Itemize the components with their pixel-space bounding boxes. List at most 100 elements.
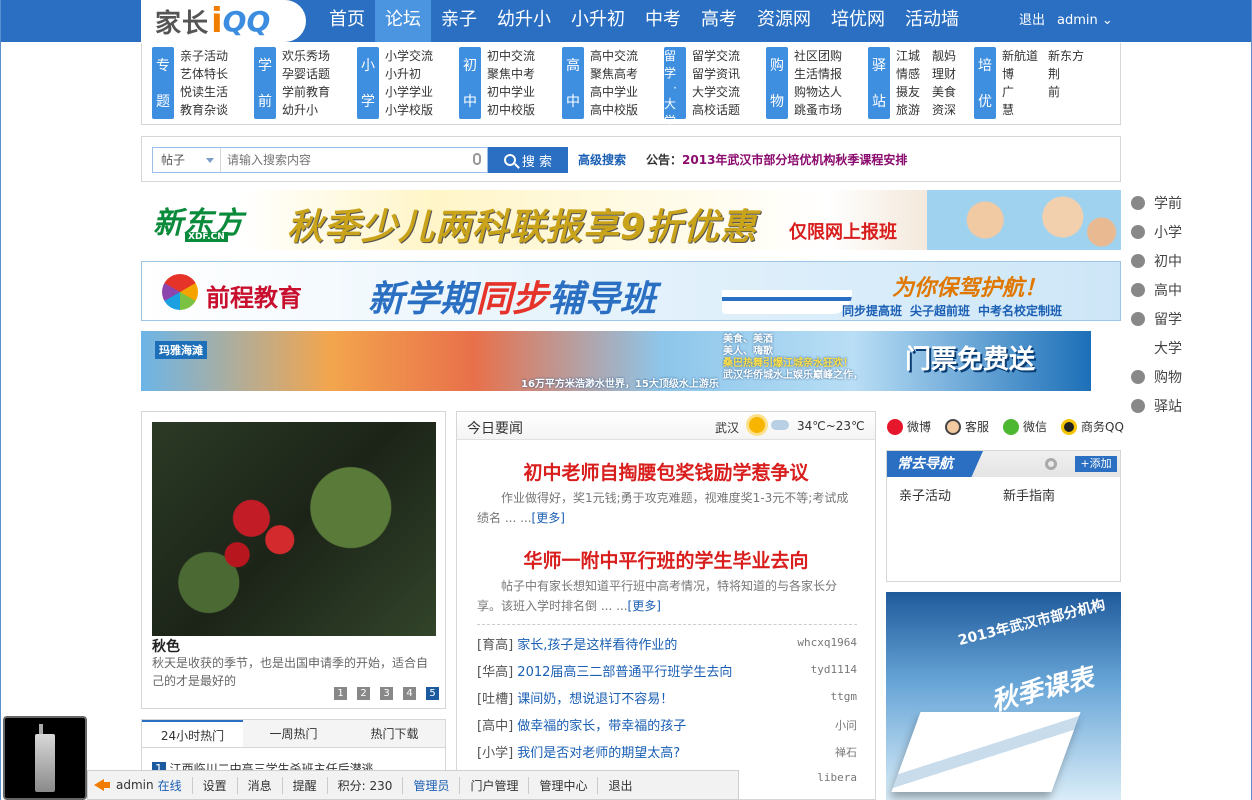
- news-row[interactable]: [育高] 家长,孩子是这样看待作业的 whcxq1964: [477, 634, 857, 654]
- site-logo[interactable]: 家长 i QQ: [141, 0, 306, 42]
- nav-item-parenting[interactable]: 亲子: [431, 0, 487, 42]
- category-link[interactable]: 初中学业: [487, 83, 535, 101]
- category-link[interactable]: 留学资讯: [692, 65, 740, 83]
- category-link[interactable]: 艺体特长: [180, 65, 228, 83]
- nav-item-junior-entry[interactable]: 小升初: [561, 0, 635, 42]
- advanced-search-link[interactable]: 高级搜索: [578, 151, 626, 168]
- category-link[interactable]: 旅游: [896, 101, 920, 119]
- news-row[interactable]: [高中] 做幸福的家长，带幸福的孩子 小问: [477, 715, 857, 735]
- category-link[interactable]: 博: [1002, 65, 1038, 83]
- category-link[interactable]: 聚焦高考: [590, 65, 638, 83]
- banner-maya-beach[interactable]: 玛雅海滩 美食、美酒 美人、嗨歌 桑巴热舞引爆江城亲水狂欢！ 武汉华侨城水上娱乐…: [141, 331, 1091, 391]
- category-link[interactable]: 聚焦中考: [487, 65, 535, 83]
- category-link[interactable]: 高中交流: [590, 47, 638, 65]
- category-link[interactable]: 荆: [1048, 65, 1084, 83]
- rail-item-junior[interactable]: 初中: [1131, 246, 1201, 275]
- toolbar-username[interactable]: admin: [112, 778, 158, 792]
- category-link[interactable]: 小学交流: [385, 47, 433, 65]
- category-link[interactable]: 购物达人: [794, 83, 842, 101]
- business-qq-link[interactable]: 商务QQ: [1061, 418, 1124, 435]
- pager-button[interactable]: 1: [334, 687, 347, 700]
- pager-button[interactable]: 2: [357, 687, 370, 700]
- rail-item-shopping[interactable]: 购物: [1131, 362, 1201, 391]
- category-link[interactable]: 小学学业: [385, 83, 433, 101]
- category-link[interactable]: 生活情报: [794, 65, 842, 83]
- slideshow-image[interactable]: [152, 422, 436, 636]
- category-link[interactable]: 悦读生活: [180, 83, 228, 101]
- toolbar-settings[interactable]: 设置: [191, 776, 237, 794]
- frequent-link[interactable]: 新手指南: [1003, 485, 1055, 504]
- category-link[interactable]: 慧: [1002, 101, 1038, 119]
- news-row[interactable]: [吐槽] 课间奶，想说退订不容易！ ttgm: [477, 688, 857, 708]
- tab-24h-hot[interactable]: 24小时热门: [142, 720, 243, 747]
- search-type-select[interactable]: 帖子: [153, 148, 221, 172]
- category-link[interactable]: 高校话题: [692, 101, 740, 119]
- search-input[interactable]: [227, 148, 467, 172]
- category-link[interactable]: 小学校版: [385, 101, 433, 119]
- service-link[interactable]: 客服: [945, 418, 989, 435]
- gear-icon[interactable]: [1045, 458, 1057, 470]
- wechat-link[interactable]: 微信: [1003, 418, 1047, 435]
- category-link[interactable]: 教育杂谈: [180, 101, 228, 119]
- category-link[interactable]: 大学交流: [692, 83, 740, 101]
- user-menu[interactable]: admin ⌄: [1057, 0, 1113, 42]
- collapse-arrow-icon[interactable]: [92, 775, 112, 795]
- logout-link[interactable]: 退出: [1019, 0, 1045, 42]
- category-link[interactable]: 江城: [896, 47, 920, 65]
- nav-item-home[interactable]: 首页: [319, 0, 375, 42]
- category-link[interactable]: 学前教育: [282, 83, 330, 101]
- category-link[interactable]: 美食: [932, 83, 956, 101]
- frequent-link[interactable]: 亲子活动: [899, 485, 951, 504]
- category-link[interactable]: 资深: [932, 101, 956, 119]
- nav-item-gaokao[interactable]: 高考: [691, 0, 747, 42]
- tab-hot-downloads[interactable]: 热门下载: [344, 720, 445, 747]
- nav-item-tutoring[interactable]: 培优网: [821, 0, 895, 42]
- pager-button[interactable]: 4: [403, 687, 416, 700]
- category-link[interactable]: 摄友: [896, 83, 920, 101]
- category-link[interactable]: 初中校版: [487, 101, 535, 119]
- category-link[interactable]: 情感: [896, 65, 920, 83]
- category-link[interactable]: 理财: [932, 65, 956, 83]
- phone-thumbnail[interactable]: [3, 716, 87, 800]
- category-link[interactable]: 跳蚤市场: [794, 101, 842, 119]
- course-schedule-ad[interactable]: 2013年武汉市部分机构 秋季课表 汇总: [886, 592, 1121, 800]
- category-link[interactable]: 社区团购: [794, 47, 842, 65]
- microphone-icon[interactable]: [473, 153, 481, 165]
- toolbar-reminders[interactable]: 提醒: [281, 776, 327, 794]
- toolbar-points[interactable]: 积分: 230: [326, 776, 403, 794]
- category-link[interactable]: 小升初: [385, 65, 433, 83]
- category-link[interactable]: 新东方: [1048, 47, 1084, 65]
- category-link[interactable]: 广: [1002, 83, 1038, 101]
- online-status[interactable]: 在线: [158, 777, 192, 794]
- announcement-link[interactable]: 2013年武汉市部分培优机构秋季课程安排: [682, 153, 907, 167]
- category-link[interactable]: 留学交流: [692, 47, 740, 65]
- nav-item-activities[interactable]: 活动墙: [895, 0, 969, 42]
- search-button[interactable]: 搜 索: [488, 147, 568, 173]
- add-button[interactable]: +添加: [1075, 456, 1117, 472]
- category-link[interactable]: 亲子活动: [180, 47, 228, 65]
- toolbar-admin-role[interactable]: 管理员: [402, 776, 459, 794]
- category-link[interactable]: 初中交流: [487, 47, 535, 65]
- headline-1[interactable]: 初中老师自掏腰包奖钱励学惹争议: [457, 458, 875, 485]
- more-link[interactable]: [更多]: [628, 599, 661, 613]
- more-link[interactable]: [更多]: [532, 511, 565, 525]
- rail-item-abroad[interactable]: 留学: [1131, 304, 1201, 333]
- banner-xdf[interactable]: 新东方 XDF.CN 秋季少儿两科联报享9折优惠 仅限网上报班: [141, 190, 1121, 250]
- weibo-link[interactable]: 微博: [887, 418, 931, 435]
- toolbar-logout[interactable]: 退出: [597, 776, 642, 794]
- tab-week-hot[interactable]: 一周热门: [243, 720, 344, 747]
- rail-item-station[interactable]: 驿站: [1131, 391, 1201, 420]
- category-link[interactable]: 高中学业: [590, 83, 638, 101]
- pager-button-current[interactable]: 5: [426, 687, 439, 700]
- rail-item-preschool[interactable]: 学前: [1131, 188, 1201, 217]
- nav-item-zhongkao[interactable]: 中考: [635, 0, 691, 42]
- nav-item-kindergarten[interactable]: 幼升小: [487, 0, 561, 42]
- category-link[interactable]: 新航道: [1002, 47, 1038, 65]
- rail-item-primary[interactable]: 小学: [1131, 217, 1201, 246]
- category-link[interactable]: 高中校版: [590, 101, 638, 119]
- headline-2[interactable]: 华师一附中平行班的学生毕业去向: [457, 546, 875, 573]
- banner-qiancheng[interactable]: 前程教育 新学期同步辅导班 为你保驾护航！ 同步提高班 尖子超前班 中考名校定制班: [141, 261, 1121, 321]
- toolbar-portal-admin[interactable]: 门户管理: [459, 776, 528, 794]
- category-link[interactable]: 幼升小: [282, 101, 330, 119]
- slideshow-title[interactable]: 秋色: [152, 636, 180, 656]
